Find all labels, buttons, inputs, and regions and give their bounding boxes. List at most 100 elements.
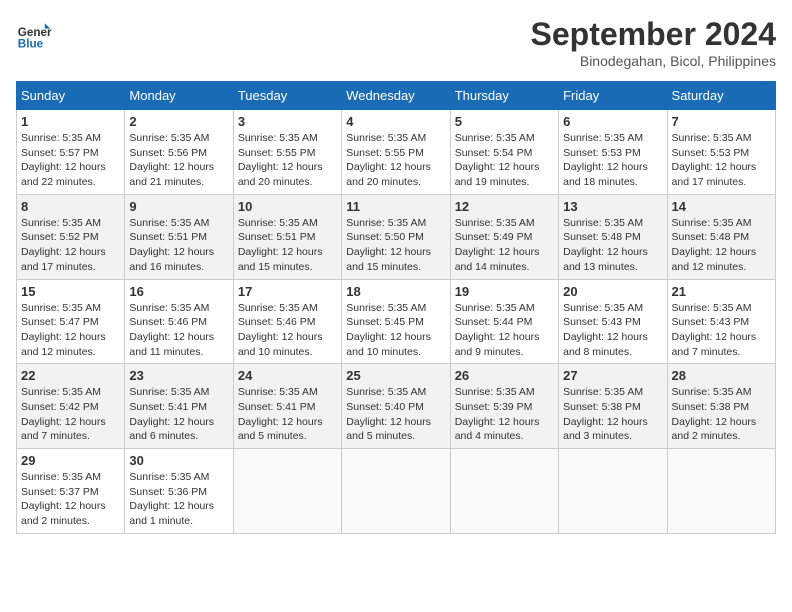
day-number: 2: [129, 114, 228, 129]
day-info: Sunrise: 5:35 AM Sunset: 5:42 PM Dayligh…: [21, 385, 120, 444]
day-info: Sunrise: 5:35 AM Sunset: 5:41 PM Dayligh…: [129, 385, 228, 444]
day-info: Sunrise: 5:35 AM Sunset: 5:40 PM Dayligh…: [346, 385, 445, 444]
day-number: 17: [238, 284, 337, 299]
day-info: Sunrise: 5:35 AM Sunset: 5:41 PM Dayligh…: [238, 385, 337, 444]
day-info: Sunrise: 5:35 AM Sunset: 5:50 PM Dayligh…: [346, 216, 445, 275]
calendar-week-row: 8 Sunrise: 5:35 AM Sunset: 5:52 PM Dayli…: [17, 194, 776, 279]
calendar-day-cell: 17 Sunrise: 5:35 AM Sunset: 5:46 PM Dayl…: [233, 279, 341, 364]
calendar-day-cell: 19 Sunrise: 5:35 AM Sunset: 5:44 PM Dayl…: [450, 279, 558, 364]
day-info: Sunrise: 5:35 AM Sunset: 5:54 PM Dayligh…: [455, 131, 554, 190]
day-info: Sunrise: 5:35 AM Sunset: 5:55 PM Dayligh…: [346, 131, 445, 190]
day-info: Sunrise: 5:35 AM Sunset: 5:39 PM Dayligh…: [455, 385, 554, 444]
day-number: 4: [346, 114, 445, 129]
day-number: 23: [129, 368, 228, 383]
location-subtitle: Binodegahan, Bicol, Philippines: [531, 53, 776, 69]
calendar-table: SundayMondayTuesdayWednesdayThursdayFrid…: [16, 81, 776, 534]
day-number: 22: [21, 368, 120, 383]
calendar-day-cell: [233, 449, 341, 534]
svg-text:Blue: Blue: [18, 38, 44, 51]
day-number: 13: [563, 199, 662, 214]
calendar-day-cell: 6 Sunrise: 5:35 AM Sunset: 5:53 PM Dayli…: [559, 110, 667, 195]
calendar-day-cell: 9 Sunrise: 5:35 AM Sunset: 5:51 PM Dayli…: [125, 194, 233, 279]
calendar-day-cell: 16 Sunrise: 5:35 AM Sunset: 5:46 PM Dayl…: [125, 279, 233, 364]
calendar-day-cell: 18 Sunrise: 5:35 AM Sunset: 5:45 PM Dayl…: [342, 279, 450, 364]
day-info: Sunrise: 5:35 AM Sunset: 5:48 PM Dayligh…: [672, 216, 771, 275]
day-info: Sunrise: 5:35 AM Sunset: 5:51 PM Dayligh…: [238, 216, 337, 275]
day-info: Sunrise: 5:35 AM Sunset: 5:52 PM Dayligh…: [21, 216, 120, 275]
day-number: 14: [672, 199, 771, 214]
day-info: Sunrise: 5:35 AM Sunset: 5:45 PM Dayligh…: [346, 301, 445, 360]
calendar-day-cell: 12 Sunrise: 5:35 AM Sunset: 5:49 PM Dayl…: [450, 194, 558, 279]
day-info: Sunrise: 5:35 AM Sunset: 5:38 PM Dayligh…: [672, 385, 771, 444]
calendar-day-cell: 23 Sunrise: 5:35 AM Sunset: 5:41 PM Dayl…: [125, 364, 233, 449]
calendar-day-cell: [559, 449, 667, 534]
calendar-day-cell: 8 Sunrise: 5:35 AM Sunset: 5:52 PM Dayli…: [17, 194, 125, 279]
day-number: 24: [238, 368, 337, 383]
calendar-day-cell: [667, 449, 775, 534]
calendar-day-cell: 4 Sunrise: 5:35 AM Sunset: 5:55 PM Dayli…: [342, 110, 450, 195]
day-number: 15: [21, 284, 120, 299]
calendar-day-cell: [450, 449, 558, 534]
calendar-day-cell: 3 Sunrise: 5:35 AM Sunset: 5:55 PM Dayli…: [233, 110, 341, 195]
month-title: September 2024: [531, 16, 776, 53]
calendar-day-cell: 11 Sunrise: 5:35 AM Sunset: 5:50 PM Dayl…: [342, 194, 450, 279]
weekday-header-sunday: Sunday: [17, 82, 125, 110]
calendar-week-row: 22 Sunrise: 5:35 AM Sunset: 5:42 PM Dayl…: [17, 364, 776, 449]
day-info: Sunrise: 5:35 AM Sunset: 5:38 PM Dayligh…: [563, 385, 662, 444]
day-number: 18: [346, 284, 445, 299]
calendar-day-cell: 29 Sunrise: 5:35 AM Sunset: 5:37 PM Dayl…: [17, 449, 125, 534]
day-number: 11: [346, 199, 445, 214]
calendar-day-cell: 25 Sunrise: 5:35 AM Sunset: 5:40 PM Dayl…: [342, 364, 450, 449]
day-info: Sunrise: 5:35 AM Sunset: 5:46 PM Dayligh…: [129, 301, 228, 360]
weekday-header-thursday: Thursday: [450, 82, 558, 110]
calendar-week-row: 15 Sunrise: 5:35 AM Sunset: 5:47 PM Dayl…: [17, 279, 776, 364]
calendar-day-cell: 28 Sunrise: 5:35 AM Sunset: 5:38 PM Dayl…: [667, 364, 775, 449]
calendar-day-cell: 5 Sunrise: 5:35 AM Sunset: 5:54 PM Dayli…: [450, 110, 558, 195]
day-number: 28: [672, 368, 771, 383]
day-info: Sunrise: 5:35 AM Sunset: 5:51 PM Dayligh…: [129, 216, 228, 275]
day-info: Sunrise: 5:35 AM Sunset: 5:56 PM Dayligh…: [129, 131, 228, 190]
day-info: Sunrise: 5:35 AM Sunset: 5:37 PM Dayligh…: [21, 470, 120, 529]
day-number: 1: [21, 114, 120, 129]
calendar-day-cell: 30 Sunrise: 5:35 AM Sunset: 5:36 PM Dayl…: [125, 449, 233, 534]
day-info: Sunrise: 5:35 AM Sunset: 5:46 PM Dayligh…: [238, 301, 337, 360]
calendar-day-cell: 2 Sunrise: 5:35 AM Sunset: 5:56 PM Dayli…: [125, 110, 233, 195]
day-number: 21: [672, 284, 771, 299]
day-number: 26: [455, 368, 554, 383]
day-info: Sunrise: 5:35 AM Sunset: 5:53 PM Dayligh…: [672, 131, 771, 190]
logo-icon: General Blue: [16, 16, 52, 52]
day-info: Sunrise: 5:35 AM Sunset: 5:36 PM Dayligh…: [129, 470, 228, 529]
calendar-day-cell: 20 Sunrise: 5:35 AM Sunset: 5:43 PM Dayl…: [559, 279, 667, 364]
weekday-header-row: SundayMondayTuesdayWednesdayThursdayFrid…: [17, 82, 776, 110]
day-number: 20: [563, 284, 662, 299]
logo: General Blue: [16, 16, 52, 52]
calendar-day-cell: 1 Sunrise: 5:35 AM Sunset: 5:57 PM Dayli…: [17, 110, 125, 195]
day-number: 8: [21, 199, 120, 214]
calendar-day-cell: 10 Sunrise: 5:35 AM Sunset: 5:51 PM Dayl…: [233, 194, 341, 279]
day-number: 7: [672, 114, 771, 129]
day-number: 12: [455, 199, 554, 214]
calendar-day-cell: [342, 449, 450, 534]
calendar-day-cell: 27 Sunrise: 5:35 AM Sunset: 5:38 PM Dayl…: [559, 364, 667, 449]
calendar-day-cell: 22 Sunrise: 5:35 AM Sunset: 5:42 PM Dayl…: [17, 364, 125, 449]
day-number: 29: [21, 453, 120, 468]
day-info: Sunrise: 5:35 AM Sunset: 5:55 PM Dayligh…: [238, 131, 337, 190]
day-number: 6: [563, 114, 662, 129]
day-number: 30: [129, 453, 228, 468]
calendar-day-cell: 15 Sunrise: 5:35 AM Sunset: 5:47 PM Dayl…: [17, 279, 125, 364]
day-info: Sunrise: 5:35 AM Sunset: 5:49 PM Dayligh…: [455, 216, 554, 275]
day-info: Sunrise: 5:35 AM Sunset: 5:43 PM Dayligh…: [672, 301, 771, 360]
title-area: September 2024 Binodegahan, Bicol, Phili…: [531, 16, 776, 69]
page-header: General Blue September 2024 Binodegahan,…: [16, 16, 776, 69]
day-number: 19: [455, 284, 554, 299]
weekday-header-friday: Friday: [559, 82, 667, 110]
day-info: Sunrise: 5:35 AM Sunset: 5:48 PM Dayligh…: [563, 216, 662, 275]
calendar-day-cell: 24 Sunrise: 5:35 AM Sunset: 5:41 PM Dayl…: [233, 364, 341, 449]
calendar-day-cell: 21 Sunrise: 5:35 AM Sunset: 5:43 PM Dayl…: [667, 279, 775, 364]
day-info: Sunrise: 5:35 AM Sunset: 5:44 PM Dayligh…: [455, 301, 554, 360]
day-number: 16: [129, 284, 228, 299]
weekday-header-monday: Monday: [125, 82, 233, 110]
day-info: Sunrise: 5:35 AM Sunset: 5:57 PM Dayligh…: [21, 131, 120, 190]
weekday-header-wednesday: Wednesday: [342, 82, 450, 110]
calendar-week-row: 1 Sunrise: 5:35 AM Sunset: 5:57 PM Dayli…: [17, 110, 776, 195]
